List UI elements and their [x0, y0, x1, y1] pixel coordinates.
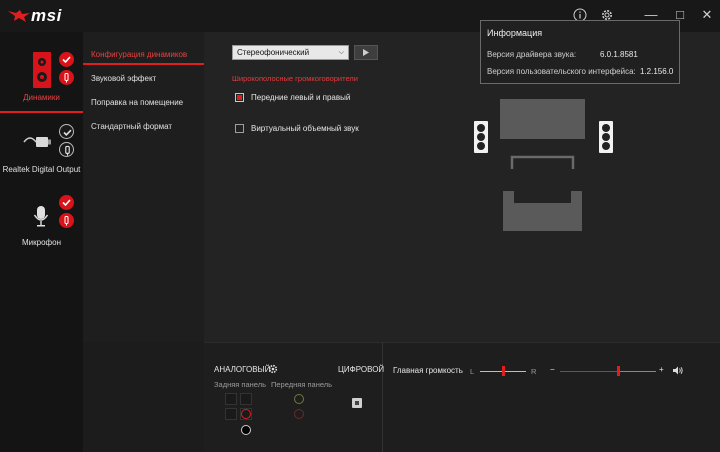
- play-icon: [363, 49, 369, 56]
- speaker-volume-icon[interactable]: [673, 366, 684, 375]
- front-panel-label: Передняя панель: [271, 380, 333, 389]
- screen-diagram: [500, 99, 585, 139]
- device-label: Микрофон: [22, 238, 61, 247]
- menu-item-speaker-config[interactable]: Конфигурация динамиков: [91, 50, 187, 59]
- speaker-config-value: Стереофонический: [237, 48, 310, 57]
- info-title: Информация: [487, 28, 543, 38]
- driver-version-value: 6.0.1.8581: [600, 50, 638, 59]
- chevron-down-icon: ⌵: [338, 49, 344, 56]
- microphone-check-icon: [59, 195, 74, 210]
- volume-fill: [560, 371, 618, 372]
- master-volume-label: Главная громкость: [393, 366, 463, 375]
- digital-output-plug-icon: [59, 142, 74, 157]
- menu-item-room-correction[interactable]: Поправка на помещение: [91, 98, 183, 107]
- digital-output-check-icon: [59, 124, 74, 139]
- device-digital-output[interactable]: Realtek Digital Output: [0, 118, 83, 180]
- balance-slider-thumb[interactable]: [502, 366, 505, 376]
- active-device-indicator: [0, 111, 83, 113]
- play-test-button[interactable]: [354, 45, 378, 60]
- rear-jack[interactable]: [225, 393, 237, 405]
- balance-left-label: L: [470, 367, 475, 376]
- brand-text: msi: [31, 6, 62, 25]
- spdif-jack-icon[interactable]: [352, 398, 362, 408]
- device-label: Realtek Digital Output: [2, 165, 81, 174]
- front-jack-mic[interactable]: [294, 394, 304, 404]
- volume-plus-button[interactable]: +: [659, 365, 664, 374]
- gear-icon[interactable]: [268, 364, 278, 374]
- fullrange-speakers-label: Широкополосные громкоговорители: [232, 74, 358, 83]
- speakers-check-icon: [59, 52, 74, 67]
- ui-version-value: 1.2.156.0: [640, 67, 674, 76]
- volume-slider[interactable]: [560, 371, 656, 372]
- virtual-surround-checkbox[interactable]: [235, 124, 244, 133]
- close-button[interactable]: ✕: [696, 4, 718, 26]
- front-right-speaker-icon[interactable]: [599, 121, 613, 153]
- front-jack-headphone[interactable]: [294, 409, 304, 419]
- balance-right-label: R: [531, 367, 537, 376]
- microphone-icon: [33, 206, 49, 227]
- digital-label: ЦИФРОВОЙ: [338, 365, 385, 374]
- speaker-config-select[interactable]: Стереофонический ⌵: [232, 45, 349, 60]
- menu-item-default-format[interactable]: Стандартный формат: [91, 122, 172, 131]
- speakers-plug-icon: [59, 70, 74, 85]
- virtual-surround-label: Виртуальный объемный звук: [251, 124, 359, 133]
- dragon-icon: [8, 10, 30, 22]
- device-microphone[interactable]: Микрофон: [0, 192, 83, 252]
- rear-panel-label: Задняя панель: [214, 380, 267, 389]
- device-label: Динамики: [23, 93, 60, 102]
- ui-version-label: Версия пользовательского интерфейса:: [487, 67, 636, 76]
- active-jack-icon: [241, 409, 251, 419]
- optical-cable-icon: [23, 137, 51, 147]
- listener-seat-icon: [503, 155, 582, 231]
- rear-jack-black[interactable]: [241, 425, 251, 435]
- front-left-right-label: Передние левый и правый: [251, 93, 351, 102]
- front-left-right-checkbox[interactable]: [235, 93, 244, 102]
- volume-slider-thumb[interactable]: [616, 366, 620, 376]
- front-left-speaker-icon[interactable]: [474, 121, 488, 153]
- rear-jack[interactable]: [225, 408, 237, 420]
- msi-logo: msi: [8, 6, 68, 26]
- volume-minus-button[interactable]: −: [550, 365, 555, 374]
- divider: [382, 342, 383, 452]
- device-speakers[interactable]: Динамики: [0, 40, 83, 112]
- microphone-plug-icon: [59, 213, 74, 228]
- driver-version-label: Версия драйвера звука:: [487, 50, 577, 59]
- divider: [204, 342, 720, 343]
- volume-panel: [382, 342, 720, 452]
- menu-item-sound-effect[interactable]: Звуковой эффект: [91, 74, 156, 83]
- speaker-icon: [33, 52, 51, 88]
- analog-label: АНАЛОГОВЫЙ: [214, 365, 271, 374]
- rear-jack[interactable]: [240, 408, 252, 420]
- rear-jack[interactable]: [240, 393, 252, 405]
- menu-active-indicator: [83, 63, 204, 65]
